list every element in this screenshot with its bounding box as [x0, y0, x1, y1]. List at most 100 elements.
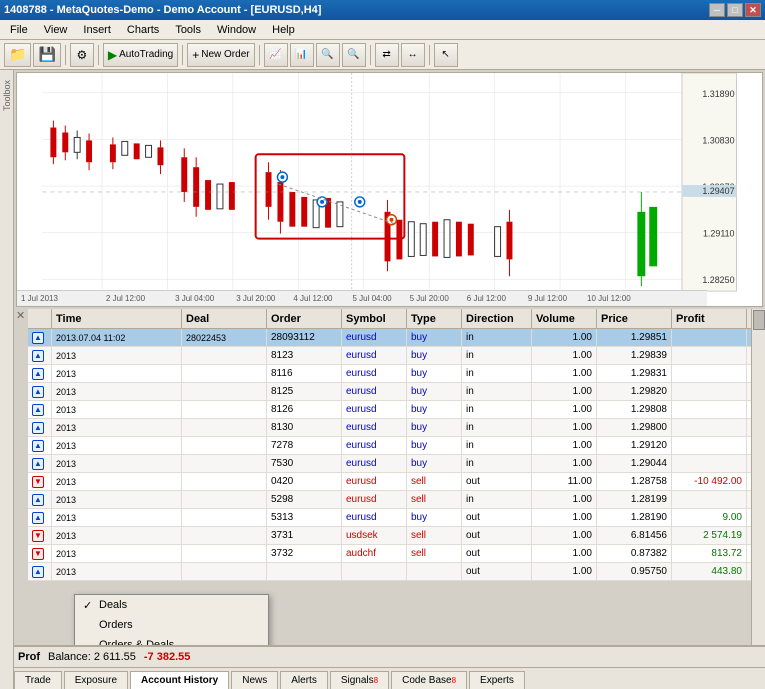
td-icon: ▲	[28, 437, 52, 454]
menu-insert[interactable]: Insert	[75, 20, 119, 39]
table-row[interactable]: ▲ 2013 7278 eurusd buy in 1.00 1.29120	[28, 437, 751, 455]
menu-tools[interactable]: Tools	[167, 20, 209, 39]
col-price[interactable]: Price	[597, 309, 672, 328]
table-row[interactable]: ▼ 2013 3732 audchf sell out 1.00 0.87382…	[28, 545, 751, 563]
td-price: 6.81456	[597, 527, 672, 544]
table-row[interactable]: ▲ 2013.07.04 11:02 28022453 28093112 eur…	[28, 329, 751, 347]
menu-file[interactable]: File	[2, 20, 36, 39]
ctx-deals[interactable]: Deals	[75, 595, 268, 615]
table-row[interactable]: ▼ 2013 3731 usdsek sell out 1.00 6.81456…	[28, 527, 751, 545]
td-type: buy	[407, 329, 462, 346]
td-order: 0420	[267, 473, 342, 490]
close-button[interactable]: ✕	[745, 3, 761, 17]
col-type[interactable]: Type	[407, 309, 462, 328]
tab-signals[interactable]: Signals8	[330, 671, 389, 689]
context-menu: Deals Orders Orders & Deals Symbols▶ Vol…	[74, 594, 269, 645]
ctx-orders[interactable]: Orders	[75, 615, 268, 635]
td-profit	[672, 437, 747, 454]
td-symbol: eurusd	[342, 365, 407, 382]
title-controls[interactable]: ─ □ ✕	[709, 3, 761, 17]
table-row[interactable]: ▲ 2013 8126 eurusd buy in 1.00 1.29808	[28, 401, 751, 419]
td-symbol	[342, 563, 407, 580]
autotrading-button[interactable]: ▶ AutoTrading	[103, 43, 178, 67]
td-type: buy	[407, 437, 462, 454]
table-row[interactable]: ▲ 2013 out 1.00 0.95750 443.80	[28, 563, 751, 581]
td-time: 2013	[52, 455, 182, 472]
tab-alerts[interactable]: Alerts	[280, 671, 328, 689]
tab-codebase[interactable]: Code Base8	[391, 671, 467, 689]
td-volume: 1.00	[532, 383, 597, 400]
table-row[interactable]: ▲ 2013 8125 eurusd buy in 1.00 1.29820	[28, 383, 751, 401]
table-row[interactable]: ▲ 2013 8130 eurusd buy in 1.00 1.29800	[28, 419, 751, 437]
col-volume[interactable]: Volume	[532, 309, 597, 328]
td-icon: ▲	[28, 365, 52, 382]
td-symbol: eurusd	[342, 509, 407, 526]
table-row[interactable]: ▲ 2013 8116 eurusd buy in 1.00 1.29831	[28, 365, 751, 383]
menu-window[interactable]: Window	[209, 20, 264, 39]
tab-trade[interactable]: Trade	[14, 671, 62, 689]
td-price: 1.29808	[597, 401, 672, 418]
td-price: 1.28199	[597, 491, 672, 508]
td-direction: in	[462, 437, 532, 454]
col-deal[interactable]: Deal	[182, 309, 267, 328]
table-close-button[interactable]: ✕	[16, 309, 25, 322]
col-direction[interactable]: Direction	[462, 309, 532, 328]
col-order[interactable]: Order	[267, 309, 342, 328]
td-symbol: eurusd	[342, 437, 407, 454]
new-order-button[interactable]: + New Order	[187, 43, 254, 67]
chart-tool-6[interactable]: ↔	[401, 43, 425, 67]
td-type: buy	[407, 401, 462, 418]
td-profit	[672, 455, 747, 472]
td-volume: 1.00	[532, 401, 597, 418]
scrollbar-vertical[interactable]	[751, 309, 765, 645]
td-direction: out	[462, 545, 532, 562]
ctx-orders-deals[interactable]: Orders & Deals	[75, 635, 268, 645]
td-deal	[182, 419, 267, 436]
td-symbol: eurusd	[342, 347, 407, 364]
col-profit[interactable]: Profit	[672, 309, 747, 328]
td-symbol: usdsek	[342, 527, 407, 544]
toolbar-btn-1[interactable]: 📁	[4, 43, 31, 67]
td-time: 2013	[52, 545, 182, 562]
chart-tool-2[interactable]: 📊	[290, 43, 314, 67]
td-time: 2013	[52, 527, 182, 544]
chart-tool-7[interactable]: ↖	[434, 43, 458, 67]
tab-news[interactable]: News	[231, 671, 278, 689]
td-deal	[182, 491, 267, 508]
minimize-button[interactable]: ─	[709, 3, 725, 17]
table-row[interactable]: ▲ 2013 5313 eurusd buy out 1.00 1.28190 …	[28, 509, 751, 527]
table-row[interactable]: ▼ 2013 0420 eurusd sell out 11.00 1.2875…	[28, 473, 751, 491]
svg-text:1.29407: 1.29407	[702, 186, 734, 196]
tab-experts[interactable]: Experts	[469, 671, 525, 689]
chart-tool-1[interactable]: 📈	[264, 43, 288, 67]
td-icon: ▲	[28, 455, 52, 472]
toolbar-sep-4	[259, 45, 260, 65]
col-symbol[interactable]: Symbol	[342, 309, 407, 328]
table-row[interactable]: ▲ 2013 5298 eurusd sell in 1.00 1.28199	[28, 491, 751, 509]
chart-tool-3[interactable]: 🔍	[316, 43, 340, 67]
table-row[interactable]: ▲ 2013 7530 eurusd buy in 1.00 1.29044	[28, 455, 751, 473]
menu-help[interactable]: Help	[264, 20, 303, 39]
table-row[interactable]: ▲ 2013 8123 eurusd buy in 1.00 1.29839	[28, 347, 751, 365]
td-icon: ▲	[28, 563, 52, 580]
toolbar-btn-3[interactable]: ⚙	[70, 43, 94, 67]
maximize-button[interactable]: □	[727, 3, 743, 17]
menu-view[interactable]: View	[36, 20, 76, 39]
td-direction: in	[462, 383, 532, 400]
chart-tool-5[interactable]: ⇄	[375, 43, 399, 67]
td-deal: 28022453	[182, 329, 267, 346]
menu-charts[interactable]: Charts	[119, 20, 167, 39]
chart-tool-4[interactable]: 🔍	[342, 43, 366, 67]
td-volume: 1.00	[532, 491, 597, 508]
tab-exposure[interactable]: Exposure	[64, 671, 128, 689]
tab-account-history[interactable]: Account History	[130, 671, 229, 689]
toolbar-btn-2[interactable]: 💾	[33, 43, 60, 67]
td-time: 2013	[52, 491, 182, 508]
td-direction: out	[462, 509, 532, 526]
col-time[interactable]: Time	[52, 309, 182, 328]
status-bar: Prof Balance: 2 611.55 -7 382.55	[14, 645, 765, 667]
chart-svg: 1.31890 1.30830 1.29970 1.29110 1.28250 …	[17, 73, 762, 306]
td-time: 2013	[52, 419, 182, 436]
svg-text:1.31890: 1.31890	[702, 89, 734, 99]
td-order: 8125	[267, 383, 342, 400]
